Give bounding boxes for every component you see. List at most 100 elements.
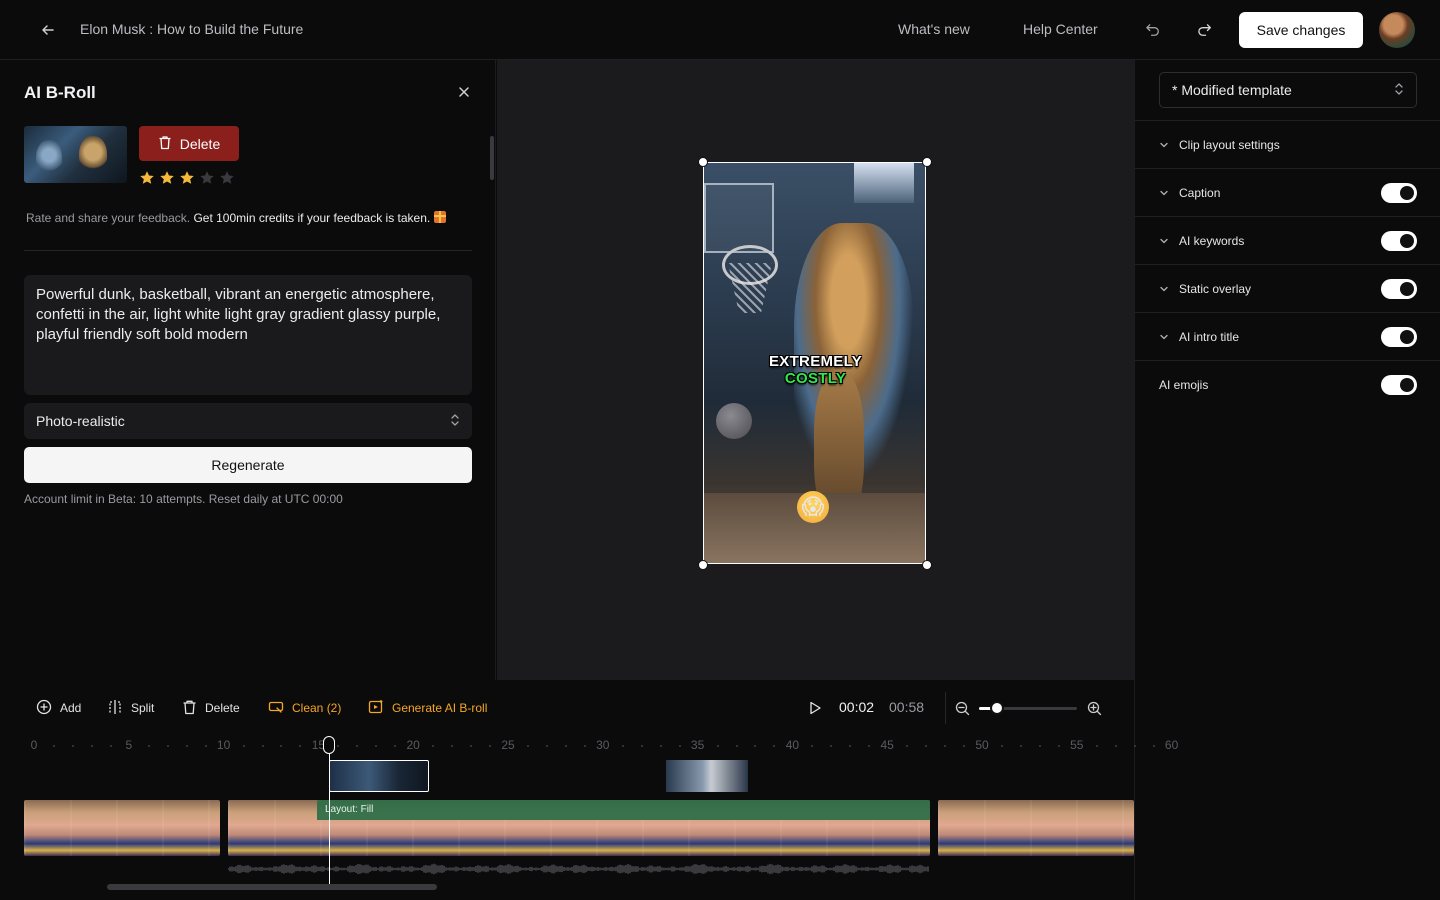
zoom-slider-knob[interactable] [989,701,1004,715]
setting-row-clip-layout-settings[interactable]: Clip layout settings [1135,120,1440,168]
broll-thumbnail[interactable] [24,126,127,183]
setting-label: AI emojis [1159,377,1209,392]
star-filled-icon[interactable] [139,170,155,186]
style-select[interactable]: Photo-realistic [24,403,472,439]
broll-clip-selected[interactable] [329,760,429,792]
video-preview-area: EXTREMELY COSTLY 😱 [497,60,1134,680]
ruler-tick-dot [394,745,397,747]
delete-clip-button[interactable]: Delete [182,699,240,717]
regenerate-button[interactable]: Regenerate [24,447,472,483]
star-empty-icon[interactable] [199,170,215,186]
feedback-text: Rate and share your feedback. Get 100min… [26,211,446,225]
ruler-tick-label: 35 [690,738,705,752]
plus-circle-icon [36,699,52,718]
ruler-tick-dot [1095,745,1098,747]
timeline-ruler[interactable]: 0 5 10 15 20 25 30 35 40 45 50 55 60 [0,738,1179,754]
undo-icon[interactable] [1141,18,1165,42]
close-icon[interactable] [454,82,474,102]
video-segment[interactable] [24,800,220,856]
delete-label: Delete [205,701,240,715]
trash-icon [182,699,197,718]
star-filled-icon[interactable] [179,170,195,186]
timeline-horizontal-scrollbar[interactable] [107,884,437,890]
zoom-out-icon[interactable] [953,699,971,717]
video-frame[interactable]: EXTREMELY COSTLY 😱 [703,162,926,564]
setting-label: AI keywords [1179,233,1245,248]
clean-button[interactable]: Clean (2) [268,699,341,717]
setting-row-caption[interactable]: Caption [1135,168,1440,216]
ruler-tick-dot [545,745,548,747]
ruler-tick-dot [735,745,738,747]
ruler-tick-dot [280,745,283,747]
toggle-switch[interactable] [1381,230,1417,251]
ruler-tick-dot [868,745,871,747]
save-changes-button[interactable]: Save changes [1239,12,1363,48]
help-center-link[interactable]: Help Center [1023,21,1098,37]
resize-handle-bottom-left[interactable] [698,560,708,570]
panel-scrollbar[interactable] [490,136,494,180]
caption-overlay[interactable]: EXTREMELY COSTLY [704,353,925,387]
split-button[interactable]: Split [107,699,154,717]
ruler-tick-dot [678,745,681,747]
chevron-down-icon [1159,330,1173,344]
resize-handle-top-left[interactable] [698,157,708,167]
video-segment[interactable] [938,800,1134,856]
layout-fill-bar[interactable]: Layout: Fill [317,800,930,820]
chevron-down-icon [1159,234,1173,248]
zoom-in-icon[interactable] [1085,699,1103,717]
account-limit-note: Account limit in Beta: 10 attempts. Rese… [24,492,343,506]
ruler-tick-dot [1000,745,1003,747]
caption-line-2: COSTLY [784,370,847,387]
resize-handle-top-right[interactable] [922,157,932,167]
ruler-tick-label: 10 [216,738,231,752]
ruler-tick-dot [1152,745,1155,747]
star-empty-icon[interactable] [219,170,235,186]
ruler-tick-dot [470,745,473,747]
setting-row-static-overlay[interactable]: Static overlay [1135,264,1440,312]
toggle-switch[interactable] [1381,374,1417,395]
broll-clip[interactable] [666,760,748,792]
ruler-tick-dot [242,745,245,747]
user-avatar[interactable] [1379,12,1415,48]
ai-broll-panel: AI B-Roll Delete Rate and share your fee… [0,60,496,680]
setting-row-ai-keywords[interactable]: AI keywords [1135,216,1440,264]
add-button[interactable]: Add [36,699,81,717]
feedback-credits: Get 100min credits if your feedback is t… [193,211,431,225]
ruler-tick-dot [204,745,207,747]
ruler-tick-label: 50 [975,738,989,752]
setting-row-ai-intro-title[interactable]: AI intro title [1135,312,1440,360]
ruler-tick-dot [489,745,492,747]
playhead-handle[interactable] [323,736,335,754]
ruler-tick-dot [583,745,586,747]
generate-broll-button[interactable]: Generate AI B-roll [368,699,487,717]
ruler-tick-dot [1038,745,1041,747]
rating-stars [139,170,235,186]
add-label: Add [60,701,82,715]
template-select[interactable]: * Modified template [1159,72,1417,108]
toggle-switch[interactable] [1381,182,1417,203]
play-icon[interactable] [806,699,824,717]
star-filled-icon[interactable] [159,170,175,186]
delete-broll-button[interactable]: Delete [139,126,239,161]
emoji-overlay[interactable]: 😱 [797,491,829,523]
toggle-switch[interactable] [1381,278,1417,299]
ruler-tick-dot [1114,745,1117,747]
prompt-textarea[interactable] [24,275,472,395]
toggle-switch[interactable] [1381,326,1417,347]
redo-icon[interactable] [1193,18,1217,42]
zoom-slider[interactable] [979,701,1077,715]
ruler-tick-dot [564,745,567,747]
resize-handle-bottom-right[interactable] [922,560,932,570]
ruler-tick-dot [375,745,378,747]
ruler-tick-dot [90,745,93,747]
whats-new-link[interactable]: What's new [898,21,970,37]
panel-title: AI B-Roll [24,83,96,102]
ruler-tick-dot [299,745,302,747]
back-arrow-icon[interactable] [36,18,60,42]
ruler-tick-dot [166,745,169,747]
ruler-tick-dot [147,745,150,747]
split-icon [107,699,123,718]
audio-waveform[interactable] [228,860,930,878]
setting-row-ai-emojis[interactable]: AI emojis [1135,360,1440,408]
ruler-tick-dot [659,745,662,747]
